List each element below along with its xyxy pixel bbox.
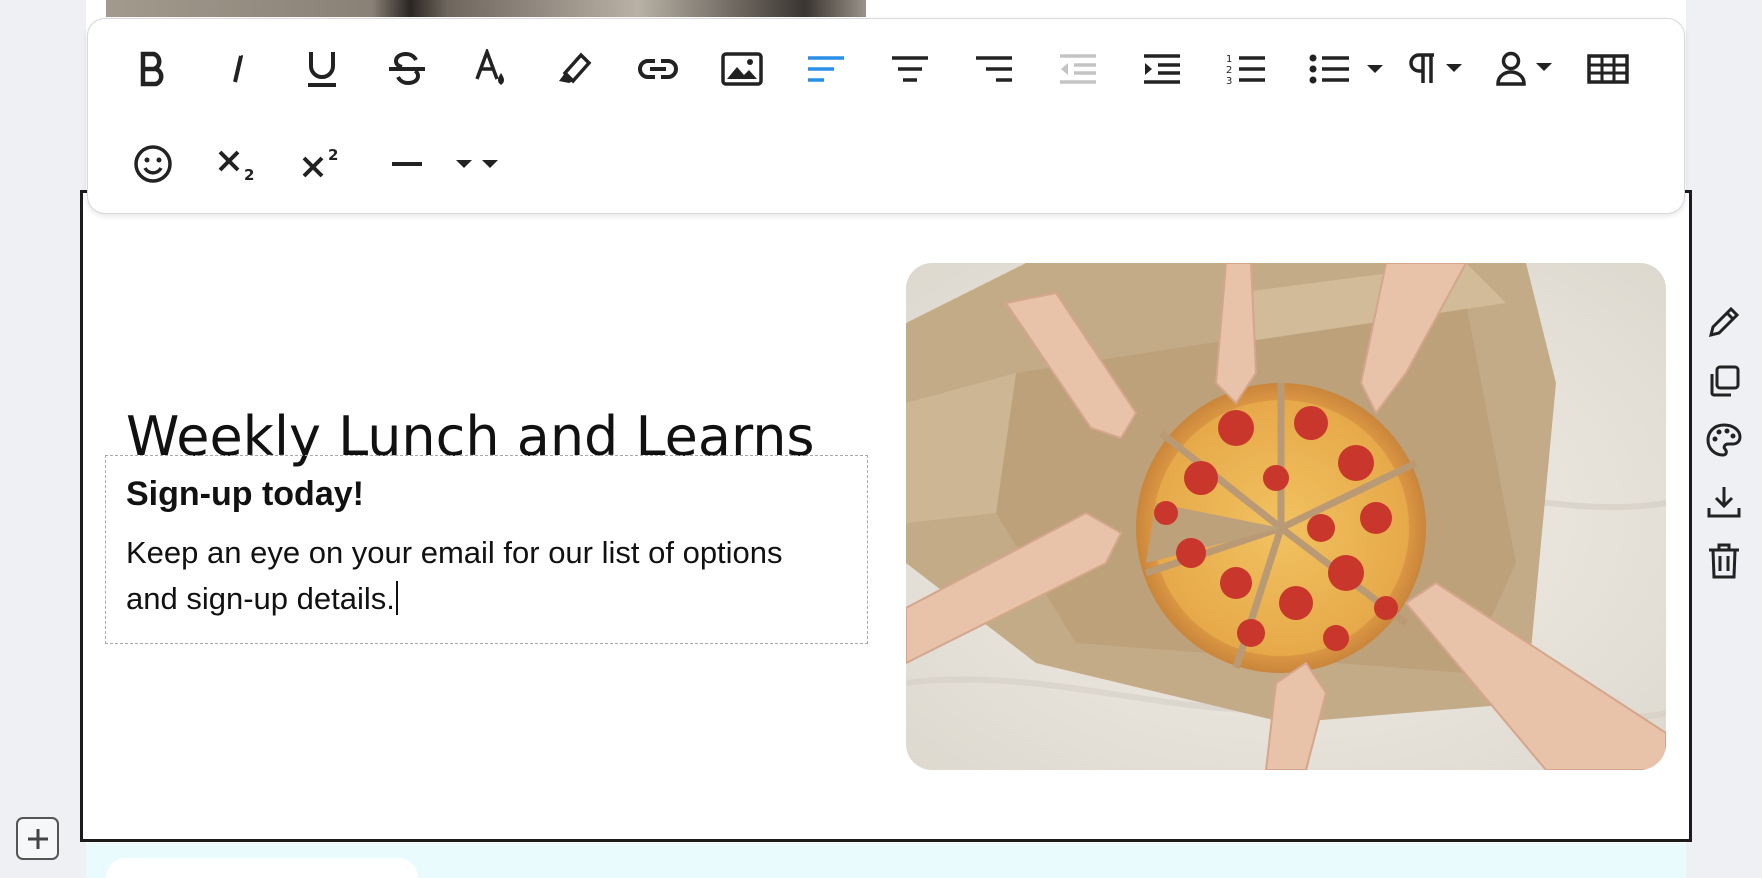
bulleted-list-dropdown[interactable] xyxy=(1360,39,1390,99)
underline-button[interactable] xyxy=(292,39,352,99)
paragraph-style-button[interactable] xyxy=(1398,39,1478,99)
numbered-list-icon: 123 xyxy=(1226,54,1265,86)
trash-icon xyxy=(1709,543,1739,579)
section-border xyxy=(1684,190,1692,193)
underline-icon xyxy=(308,52,336,87)
section-subheading[interactable]: Sign-up today! xyxy=(126,475,364,514)
bold-button[interactable] xyxy=(123,39,183,99)
emoji-icon xyxy=(134,145,172,183)
previous-section-image[interactable] xyxy=(106,0,866,17)
bold-icon xyxy=(140,51,164,87)
outdent-button[interactable] xyxy=(1048,39,1108,99)
chevron-down-icon xyxy=(456,160,498,168)
svg-text:2: 2 xyxy=(244,166,254,182)
highlight-button[interactable] xyxy=(544,39,604,99)
svg-text:3: 3 xyxy=(1226,76,1232,86)
align-right-icon xyxy=(976,56,1012,82)
align-center-icon xyxy=(892,56,928,82)
plus-icon xyxy=(27,828,48,849)
pizza-photo-illustration xyxy=(906,263,1666,770)
align-center-button[interactable] xyxy=(880,39,940,99)
bulleted-list-icon xyxy=(1309,54,1349,84)
indent-icon xyxy=(1144,54,1180,84)
personalize-button[interactable] xyxy=(1488,39,1568,99)
superscript-button[interactable]: 2 xyxy=(292,134,352,194)
italic-button[interactable] xyxy=(208,39,268,99)
indent-button[interactable] xyxy=(1132,39,1192,99)
horizontal-rule-icon xyxy=(392,162,422,166)
download-section-button[interactable] xyxy=(1700,478,1748,526)
emoji-button[interactable] xyxy=(123,134,183,194)
paragraph-icon xyxy=(1409,53,1462,83)
svg-text:1: 1 xyxy=(1226,54,1232,65)
add-section-button[interactable] xyxy=(16,817,59,860)
italic-icon xyxy=(233,55,243,83)
pizza-image[interactable] xyxy=(906,263,1666,770)
horizontal-rule-button[interactable] xyxy=(377,134,437,194)
numbered-list-button[interactable]: 123 xyxy=(1216,39,1276,99)
pencil-icon xyxy=(1708,306,1740,338)
body-text-content: Keep an eye on your email for our list o… xyxy=(126,535,783,616)
download-icon xyxy=(1707,487,1741,518)
text-color-icon xyxy=(475,49,504,85)
section-body-text[interactable]: Keep an eye on your email for our list o… xyxy=(126,530,826,622)
image-button[interactable] xyxy=(712,39,772,99)
rich-text-toolbar: 123 2 2 xyxy=(87,18,1685,214)
image-icon xyxy=(721,52,763,86)
align-left-button[interactable] xyxy=(796,39,856,99)
table-icon xyxy=(1587,54,1629,84)
text-caret xyxy=(395,581,398,615)
duplicate-section-button[interactable] xyxy=(1700,357,1748,405)
subscript-icon: 2 xyxy=(218,150,254,182)
delete-section-button[interactable] xyxy=(1700,537,1748,585)
chevron-down-icon xyxy=(1367,65,1383,73)
strikethrough-icon xyxy=(389,51,425,86)
bulleted-list-button[interactable] xyxy=(1300,39,1360,99)
link-icon xyxy=(638,59,678,79)
next-section-button[interactable] xyxy=(106,858,418,878)
text-color-button[interactable] xyxy=(461,39,521,99)
svg-text:2: 2 xyxy=(1226,65,1232,76)
strikethrough-button[interactable] xyxy=(377,39,437,99)
person-icon xyxy=(1496,51,1552,86)
svg-text:2: 2 xyxy=(328,146,338,164)
link-button[interactable] xyxy=(628,39,688,99)
align-right-button[interactable] xyxy=(964,39,1024,99)
palette-icon xyxy=(1706,423,1742,457)
superscript-icon: 2 xyxy=(302,146,338,178)
copy-icon xyxy=(1710,365,1740,397)
align-left-icon xyxy=(808,56,844,82)
subscript-button[interactable]: 2 xyxy=(208,134,268,194)
section-style-button[interactable] xyxy=(1700,416,1748,464)
outdent-icon xyxy=(1060,54,1096,84)
edit-section-button[interactable] xyxy=(1700,298,1748,346)
more-options-button[interactable] xyxy=(438,134,518,194)
table-button[interactable] xyxy=(1578,39,1638,99)
highlighter-icon xyxy=(559,52,592,84)
